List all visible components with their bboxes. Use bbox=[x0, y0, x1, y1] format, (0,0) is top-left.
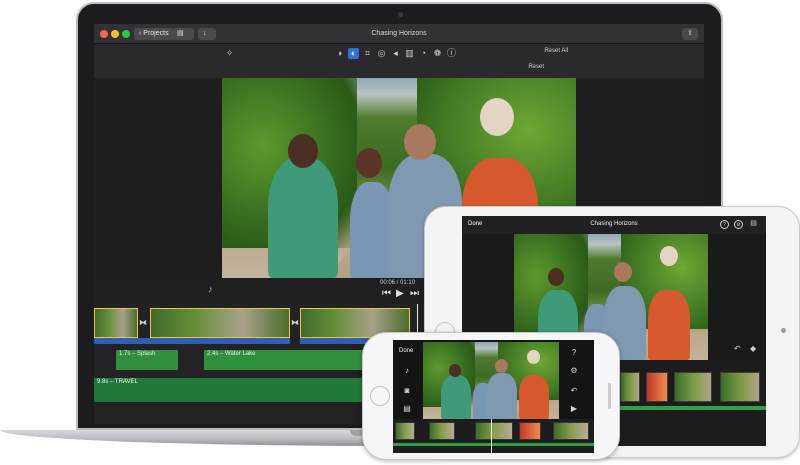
reset-button[interactable]: Reset bbox=[528, 64, 544, 70]
person-head bbox=[356, 148, 382, 178]
speed-icon[interactable]: ◔ bbox=[418, 48, 429, 59]
magic-wand-icon[interactable]: ✧ bbox=[224, 48, 235, 59]
skip-back-icon[interactable]: ⏮ bbox=[382, 288, 391, 299]
video-clip[interactable] bbox=[646, 372, 668, 402]
settings-icon[interactable]: ⚙ bbox=[569, 366, 579, 376]
imovie-iphone-screen: Done ♪ ◙ ▤ ? ⚙ ↶ ▶ bbox=[393, 340, 594, 453]
iphone-video-viewer[interactable] bbox=[423, 342, 559, 419]
share-icon: ⇧ bbox=[687, 30, 693, 37]
filter-icon[interactable]: ▤ bbox=[402, 404, 412, 414]
sound-effect-clip[interactable]: 1.7s – Splash bbox=[116, 350, 178, 370]
help-icon[interactable]: ? bbox=[720, 220, 729, 229]
person-figure bbox=[487, 373, 517, 419]
person-figure bbox=[648, 290, 690, 360]
transition-icon[interactable]: ⧓ bbox=[291, 318, 299, 327]
video-clip[interactable] bbox=[429, 422, 455, 440]
share-button[interactable]: ⇧ bbox=[682, 28, 698, 40]
volume-icon[interactable]: ◂ bbox=[390, 48, 401, 59]
camera-icon[interactable]: ◙ bbox=[402, 386, 412, 396]
video-clip[interactable] bbox=[519, 422, 541, 440]
adjustments-toolbar: ✧ ◑ ◐ ⌗ ◎ ◂ ▥ ◔ ❁ ⓘ Reset All Reset bbox=[94, 44, 704, 91]
marker-icon[interactable]: ◆ bbox=[750, 344, 756, 353]
person-head bbox=[660, 246, 678, 266]
title-bar: ‹ Projects ▤ ↓ Chasing Horizons ⇧ bbox=[94, 24, 704, 44]
color-balance-icon[interactable]: ◑ bbox=[334, 48, 345, 59]
person-head bbox=[449, 364, 461, 377]
person-head bbox=[527, 350, 540, 364]
window-title: Chasing Horizons bbox=[371, 30, 427, 37]
home-button[interactable] bbox=[370, 386, 390, 406]
person-head bbox=[548, 268, 564, 286]
person-figure bbox=[441, 375, 471, 419]
phone-speaker bbox=[608, 383, 611, 409]
crop-icon[interactable]: ⌗ bbox=[362, 48, 373, 59]
video-clip[interactable] bbox=[395, 422, 415, 440]
video-clip[interactable] bbox=[553, 422, 589, 440]
microphone-icon[interactable]: ♪ bbox=[402, 366, 412, 376]
play-icon[interactable]: ▶ bbox=[396, 288, 404, 299]
person-head bbox=[495, 359, 508, 373]
person-head bbox=[404, 124, 436, 160]
person-head bbox=[288, 134, 318, 168]
filter-icon[interactable]: ▤ bbox=[749, 220, 758, 229]
iphone-timeline[interactable] bbox=[393, 419, 594, 453]
person-head bbox=[614, 262, 632, 282]
help-icon[interactable]: ? bbox=[569, 348, 579, 358]
person-head bbox=[480, 98, 514, 136]
settings-icon[interactable]: ⚙ bbox=[734, 220, 743, 229]
undo-icon[interactable]: ↶ bbox=[569, 386, 579, 396]
ipad-top-bar: Done Chasing Horizons ? ⚙ ▤ bbox=[462, 216, 766, 234]
video-clip[interactable] bbox=[720, 372, 760, 402]
clip-filter-icon[interactable]: ❁ bbox=[432, 48, 443, 59]
video-clip[interactable] bbox=[475, 422, 513, 440]
video-clip[interactable] bbox=[150, 308, 290, 338]
audio-track[interactable] bbox=[618, 406, 766, 410]
playhead[interactable] bbox=[491, 419, 492, 453]
undo-icon[interactable]: ↶ bbox=[734, 344, 741, 353]
video-clip[interactable] bbox=[94, 308, 138, 338]
play-icon[interactable]: ▶ bbox=[569, 404, 579, 414]
person-figure bbox=[268, 158, 338, 278]
stabilization-icon[interactable]: ◎ bbox=[376, 48, 387, 59]
microphone-icon[interactable]: ♪ bbox=[208, 284, 213, 294]
transition-icon[interactable]: ⧓ bbox=[139, 318, 147, 327]
info-icon[interactable]: ⓘ bbox=[446, 48, 457, 59]
timecode-display: 00:06 / 01:10 bbox=[380, 280, 416, 286]
reset-all-button[interactable]: Reset All bbox=[544, 48, 568, 54]
color-correction-icon[interactable]: ◐ bbox=[348, 48, 359, 59]
laptop-camera bbox=[398, 12, 403, 17]
person-figure bbox=[519, 375, 549, 419]
video-clip[interactable] bbox=[674, 372, 712, 402]
tablet-camera bbox=[781, 328, 786, 333]
video-clip[interactable] bbox=[620, 372, 640, 402]
done-button[interactable]: Done bbox=[399, 348, 413, 354]
clip-audio-strip bbox=[94, 338, 290, 344]
skip-forward-icon[interactable]: ⏭ bbox=[410, 288, 419, 299]
noise-reduction-icon[interactable]: ▥ bbox=[404, 48, 415, 59]
audio-track[interactable] bbox=[393, 443, 594, 446]
